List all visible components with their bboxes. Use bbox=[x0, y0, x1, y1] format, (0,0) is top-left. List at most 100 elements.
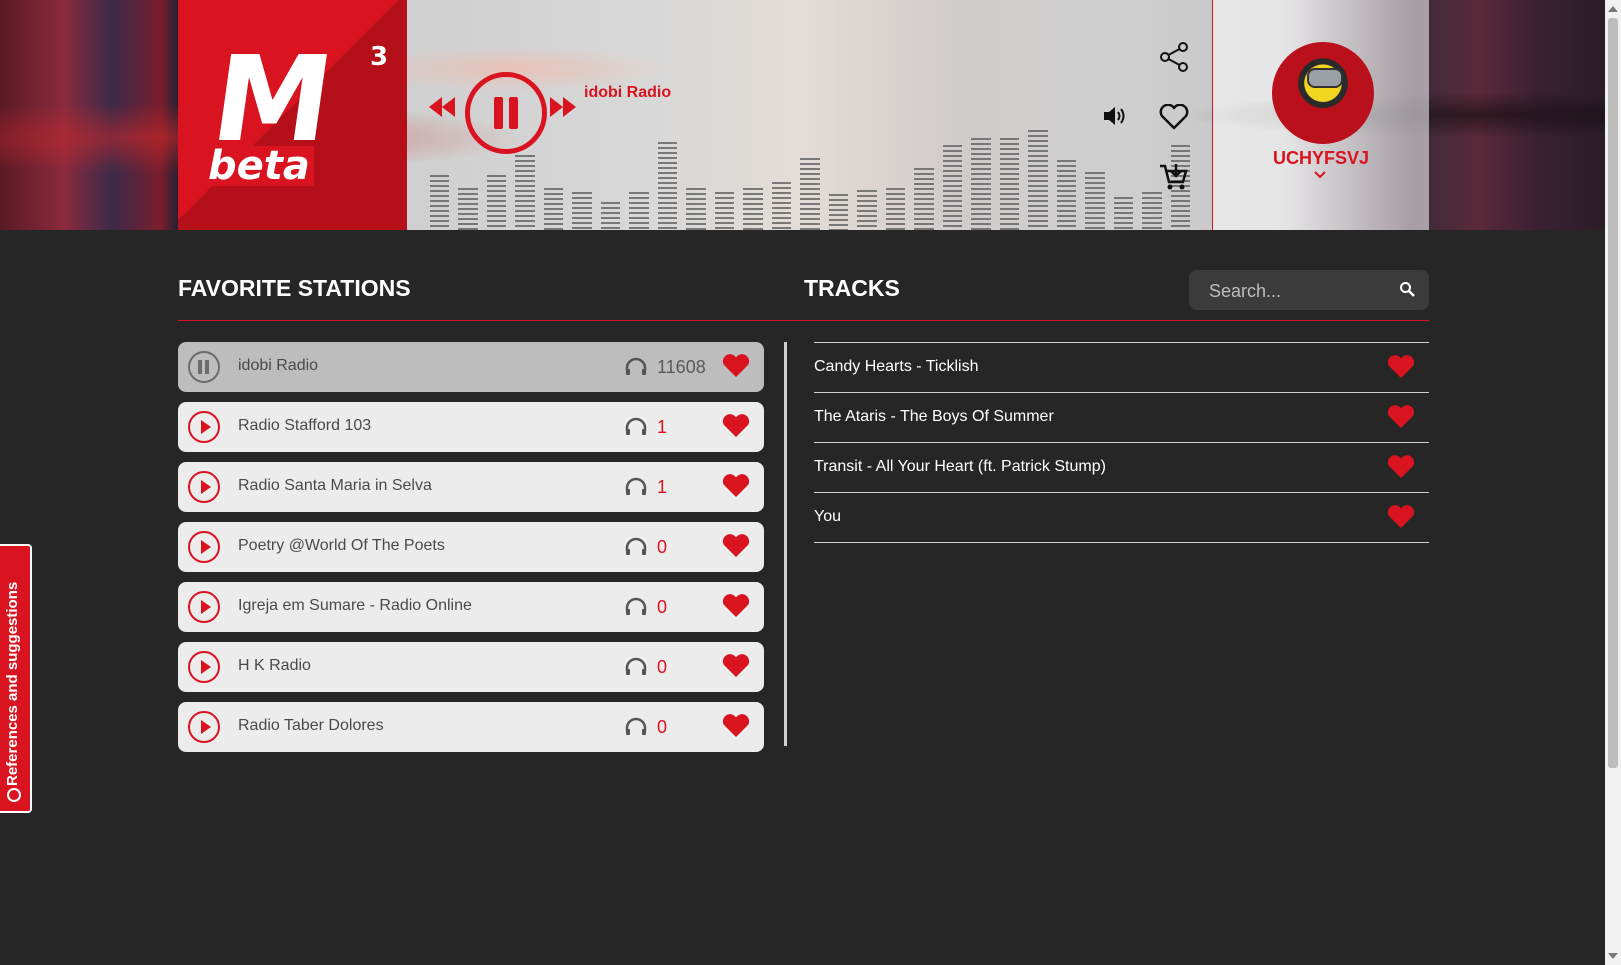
play-icon[interactable] bbox=[188, 591, 220, 623]
station-name: Radio Stafford 103 bbox=[238, 417, 372, 434]
play-icon[interactable] bbox=[188, 711, 220, 743]
eq-bar bbox=[1028, 130, 1048, 230]
station-row[interactable]: idobi Radio 11608 bbox=[178, 342, 764, 392]
equalizer-visualizer bbox=[430, 120, 1191, 230]
eq-bar bbox=[486, 175, 507, 230]
heart-icon[interactable] bbox=[722, 474, 750, 503]
eq-bar bbox=[999, 138, 1020, 230]
headphones-icon bbox=[624, 717, 648, 742]
listener-count: 0 bbox=[657, 717, 668, 737]
scrollbar-thumb[interactable] bbox=[1608, 18, 1618, 768]
track-title: The Ataris - The Boys Of Summer bbox=[814, 408, 1054, 425]
player-panel: idobi Radio bbox=[407, 0, 1212, 230]
track-title: You bbox=[814, 508, 841, 525]
avatar-goggle bbox=[1307, 68, 1343, 88]
heart-icon[interactable] bbox=[1387, 405, 1415, 434]
heart-icon[interactable] bbox=[1387, 505, 1415, 534]
chevron-down-icon[interactable] bbox=[1314, 168, 1326, 182]
logo-m: M bbox=[204, 30, 338, 168]
m3-logo[interactable]: M 3 beta bbox=[178, 0, 407, 230]
favorite-heart-icon[interactable] bbox=[1159, 103, 1189, 135]
fast-forward-icon[interactable] bbox=[549, 96, 577, 123]
station-row[interactable]: Poetry @World Of The Poets 0 bbox=[178, 522, 764, 572]
station-name: H K Radio bbox=[238, 657, 311, 674]
heart-icon[interactable] bbox=[722, 594, 750, 623]
track-row[interactable]: The Ataris - The Boys Of Summer bbox=[814, 393, 1429, 443]
eq-bar bbox=[686, 188, 706, 230]
eq-bar bbox=[629, 192, 649, 230]
eq-bar bbox=[1113, 197, 1134, 230]
tracks-title: TRACKS bbox=[804, 275, 900, 301]
now-playing-title: idobi Radio bbox=[584, 84, 672, 101]
search-input[interactable] bbox=[1189, 270, 1401, 312]
eq-bar bbox=[971, 138, 991, 230]
eq-bar bbox=[1085, 172, 1105, 230]
play-icon[interactable] bbox=[188, 651, 220, 683]
section-divider bbox=[178, 320, 1429, 321]
volume-icon[interactable] bbox=[1102, 104, 1128, 133]
heart-icon[interactable] bbox=[722, 654, 750, 683]
eq-bar bbox=[1142, 192, 1162, 230]
heart-icon[interactable] bbox=[1387, 455, 1415, 484]
share-icon[interactable] bbox=[1159, 42, 1189, 77]
favorite-stations-title: FAVORITE STATIONS bbox=[178, 275, 411, 301]
eq-bar bbox=[800, 158, 820, 230]
station-row[interactable]: Igreja em Sumare - Radio Online 0 bbox=[178, 582, 764, 632]
station-name: Radio Santa Maria in Selva bbox=[238, 477, 432, 494]
station-name: Poetry @World Of The Poets bbox=[238, 537, 445, 554]
heart-icon[interactable] bbox=[722, 714, 750, 743]
user-panel[interactable]: UCHYFSVJ bbox=[1212, 0, 1429, 230]
search-box[interactable] bbox=[1189, 270, 1429, 312]
scroll-down-arrow-icon[interactable] bbox=[1608, 953, 1618, 959]
station-row[interactable]: Radio Stafford 103 1 bbox=[178, 402, 764, 452]
eq-bar bbox=[771, 182, 792, 230]
track-row[interactable]: You bbox=[814, 493, 1429, 543]
rewind-icon[interactable] bbox=[428, 96, 456, 123]
eq-bar bbox=[743, 188, 763, 230]
station-row[interactable]: H K Radio 0 bbox=[178, 642, 764, 692]
eq-bar bbox=[1056, 160, 1077, 230]
headphones-icon bbox=[624, 417, 648, 442]
heart-icon[interactable] bbox=[722, 414, 750, 443]
eq-bar bbox=[885, 188, 906, 230]
listener-count: 0 bbox=[657, 537, 668, 557]
track-title: Candy Hearts - Ticklish bbox=[814, 358, 979, 375]
headphones-icon bbox=[624, 357, 648, 382]
station-name: Radio Taber Dolores bbox=[238, 717, 384, 734]
page-scrollbar[interactable] bbox=[1605, 0, 1621, 965]
eq-bar bbox=[543, 188, 564, 230]
heart-icon[interactable] bbox=[1387, 355, 1415, 384]
track-title: Transit - All Your Heart (ft. Patrick St… bbox=[814, 458, 1106, 475]
play-icon[interactable] bbox=[188, 531, 220, 563]
eq-bar bbox=[914, 168, 934, 230]
listener-count: 11608 bbox=[657, 357, 706, 377]
track-row[interactable]: Transit - All Your Heart (ft. Patrick St… bbox=[814, 443, 1429, 493]
eq-bar bbox=[458, 188, 478, 230]
station-row[interactable]: Radio Taber Dolores 0 bbox=[178, 702, 764, 752]
station-row[interactable]: Radio Santa Maria in Selva 1 bbox=[178, 462, 764, 512]
heart-icon[interactable] bbox=[722, 534, 750, 563]
play-icon[interactable] bbox=[188, 411, 220, 443]
avatar[interactable] bbox=[1272, 42, 1374, 144]
logo-superscript: 3 bbox=[370, 42, 389, 72]
track-row[interactable]: Candy Hearts - Ticklish bbox=[814, 343, 1429, 393]
search-icon[interactable] bbox=[1399, 281, 1415, 302]
eq-bar bbox=[515, 155, 535, 230]
lightbulb-icon bbox=[7, 788, 21, 802]
add-to-cart-icon[interactable] bbox=[1159, 162, 1189, 197]
station-name: idobi Radio bbox=[238, 357, 319, 374]
username[interactable]: UCHYFSVJ bbox=[1213, 148, 1429, 169]
heart-icon[interactable] bbox=[722, 354, 750, 383]
eq-bar bbox=[572, 192, 592, 230]
scroll-up-arrow-icon[interactable] bbox=[1608, 6, 1618, 12]
station-name: Igreja em Sumare - Radio Online bbox=[238, 597, 472, 614]
stations-scrollbar[interactable] bbox=[784, 342, 787, 746]
eq-bar bbox=[714, 192, 735, 230]
play-icon[interactable] bbox=[188, 471, 220, 503]
eq-bar bbox=[857, 190, 877, 230]
eq-bar bbox=[430, 175, 450, 230]
eq-bar bbox=[942, 145, 963, 230]
pause-icon[interactable] bbox=[188, 351, 220, 383]
references-suggestions-tab[interactable]: References and suggestions bbox=[0, 544, 32, 813]
eq-bar bbox=[828, 194, 849, 230]
